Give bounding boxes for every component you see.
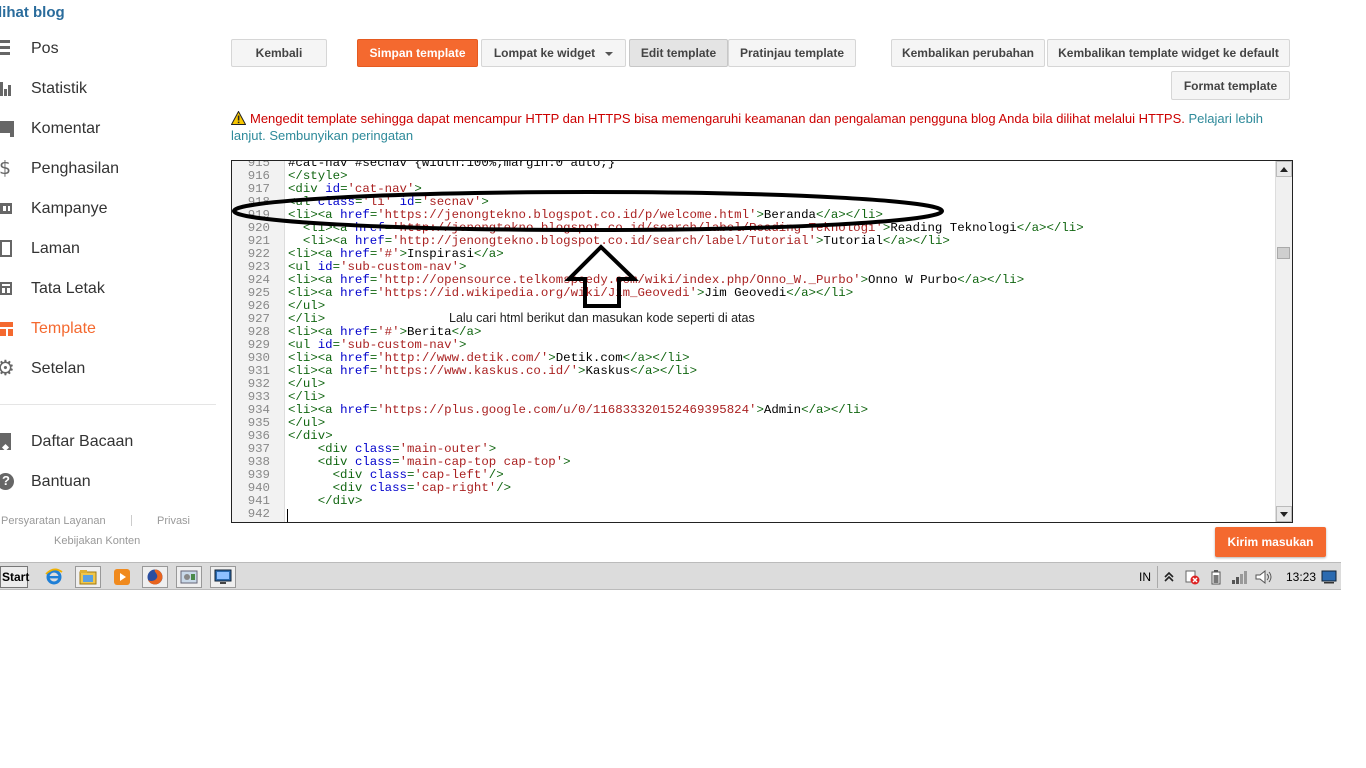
help-icon: ? — [0, 473, 14, 491]
pencil-icon — [0, 40, 14, 58]
windows-taskbar: Start IN 13:23 — [0, 562, 1341, 590]
code-line[interactable]: 915 #cat-nav #secnav {width:100%;margin:0… — [232, 161, 1277, 170]
bookmark-icon — [0, 433, 14, 452]
sidebar-item-template[interactable]: Template — [0, 314, 96, 344]
gear-icon: ⚙ — [0, 356, 15, 380]
action-center-icon[interactable] — [1181, 566, 1203, 588]
clock[interactable]: 13:23 — [1286, 570, 1316, 584]
template-icon — [0, 320, 14, 338]
jump-to-widget-dropdown[interactable]: Lompat ke widget — [481, 39, 626, 67]
scroll-up-button[interactable] — [1276, 161, 1292, 177]
footer-separator — [131, 515, 132, 526]
volume-icon[interactable] — [1253, 566, 1275, 588]
sidebar-item-label: Template — [31, 320, 96, 337]
sidebar-item-setelan[interactable]: ⚙ Setelan — [0, 354, 85, 384]
comment-icon — [0, 120, 14, 138]
https-warning: Mengedit template sehingga dapat mencamp… — [231, 110, 1271, 144]
code-text: <li><a href='https://www.kaskus.co.id/'>… — [288, 364, 698, 378]
sidebar-item-komentar[interactable]: Komentar — [0, 114, 100, 144]
preview-template-button[interactable]: Pratinjau template — [728, 39, 856, 67]
code-line[interactable]: 931 <li><a href='https://www.kaskus.co.id… — [232, 365, 1277, 378]
sidebar-item-pos[interactable]: Pos — [0, 34, 59, 64]
format-template-button[interactable]: Format template — [1171, 71, 1290, 100]
show-desktop-icon[interactable] — [1318, 566, 1340, 588]
send-feedback-button[interactable]: Kirim masukan — [1215, 527, 1326, 557]
scroll-thumb[interactable] — [1277, 247, 1290, 259]
remote-desktop-icon[interactable] — [210, 566, 236, 588]
code-line[interactable]: 925 <li><a href='https://id.wikipedia.org… — [232, 287, 1277, 300]
sidebar-item-label: Penghasilan — [31, 160, 120, 177]
sidebar-item-daftar-bacaan[interactable]: Daftar Bacaan — [0, 427, 133, 457]
sidebar-item-laman[interactable]: Laman — [0, 234, 80, 264]
sidebar-item-kampanye[interactable]: Kampanye — [0, 194, 108, 224]
sidebar-item-label: Daftar Bacaan — [31, 433, 134, 450]
internet-explorer-icon[interactable] — [41, 566, 67, 588]
language-indicator[interactable]: IN — [1139, 570, 1151, 584]
arrow-down-icon — [1280, 511, 1288, 517]
file-explorer-icon[interactable] — [75, 566, 101, 588]
chevron-down-icon — [605, 52, 614, 56]
sidebar-item-label: Laman — [31, 240, 80, 257]
code-lines: 915 #cat-nav #secnav {width:100%;margin:0… — [232, 161, 1277, 521]
show-hidden-icons-icon[interactable] — [1159, 566, 1179, 588]
warning-text: Mengedit template sehingga dapat mencamp… — [250, 111, 1185, 126]
scroll-down-button[interactable] — [1276, 506, 1292, 522]
back-button[interactable]: Kembali — [231, 39, 327, 67]
network-signal-icon[interactable] — [1228, 566, 1252, 588]
jump-to-widget-label: Lompat ke widget — [493, 46, 596, 60]
sidebar-item-label: Tata Letak — [31, 280, 105, 297]
code-line[interactable]: 942 — [232, 508, 1277, 521]
start-button[interactable]: Start — [0, 566, 29, 588]
sidebar-item-tata-letak[interactable]: Tata Letak — [0, 274, 105, 304]
sidebar-item-label: Kampanye — [31, 200, 108, 217]
page-icon — [0, 240, 14, 258]
control-panel-icon[interactable] — [176, 566, 202, 588]
sidebar-item-label: Bantuan — [31, 473, 91, 490]
code-text: </div> — [317, 494, 363, 508]
sidebar-item-label: Pos — [31, 40, 59, 57]
edit-template-button[interactable]: Edit template — [629, 39, 728, 67]
text-cursor — [287, 509, 288, 522]
sidebar-item-label: Setelan — [31, 360, 86, 377]
view-blog-link[interactable]: lihat blog — [0, 4, 65, 21]
tray-separator — [1157, 566, 1158, 588]
revert-widget-default-button[interactable]: Kembalikan template widget ke default — [1047, 39, 1290, 67]
arrow-up-icon — [1280, 166, 1288, 172]
annotation-text: Lalu cari html berikut dan masukan kode … — [449, 311, 755, 325]
line-number: 942 — [247, 507, 270, 521]
privacy-link[interactable]: Privasi — [157, 515, 190, 527]
code-line[interactable]: 932 </ul> — [232, 378, 1277, 391]
code-line[interactable]: 935 </ul> — [232, 417, 1277, 430]
sidebar-item-label: Statistik — [31, 80, 88, 97]
dollar-icon: $ — [0, 157, 12, 179]
editor-scrollbar[interactable] — [1275, 161, 1292, 522]
firefox-icon[interactable] — [142, 566, 168, 588]
revert-changes-button[interactable]: Kembalikan perubahan — [891, 39, 1045, 67]
bar-chart-icon — [0, 80, 14, 98]
sidebar-item-bantuan[interactable]: ? Bantuan — [0, 467, 91, 497]
content-policy-link[interactable]: Kebijakan Konten — [54, 535, 140, 547]
media-player-icon[interactable] — [109, 566, 135, 588]
code-line[interactable]: 934 <li><a href='https://plus.google.com/… — [232, 404, 1277, 417]
sidebar-item-statistik[interactable]: Statistik — [0, 74, 87, 104]
layout-icon — [0, 280, 14, 298]
template-code-editor[interactable]: 915 #cat-nav #secnav {width:100%;margin:0… — [231, 160, 1293, 523]
campaign-icon — [0, 200, 14, 218]
sidebar-item-penghasilan[interactable]: $ Penghasilan — [0, 154, 119, 184]
sidebar-divider — [0, 404, 216, 405]
terms-link[interactable]: Persyaratan Layanan — [1, 515, 106, 527]
sidebar-item-label: Komentar — [31, 120, 101, 137]
battery-icon[interactable] — [1205, 566, 1227, 588]
code-text: <li><a href='https://id.wikipedia.org/wi… — [288, 286, 854, 300]
warning-icon — [231, 111, 246, 125]
save-template-button[interactable]: Simpan template — [357, 39, 478, 67]
code-line[interactable]: 941 </div> — [232, 495, 1277, 508]
hide-warning-link[interactable]: Sembunyikan peringatan — [269, 128, 413, 143]
code-text: <li><a href='https://plus.google.com/u/0… — [288, 403, 869, 417]
code-line[interactable]: 940 <div class='cap-right'/> — [232, 482, 1277, 495]
